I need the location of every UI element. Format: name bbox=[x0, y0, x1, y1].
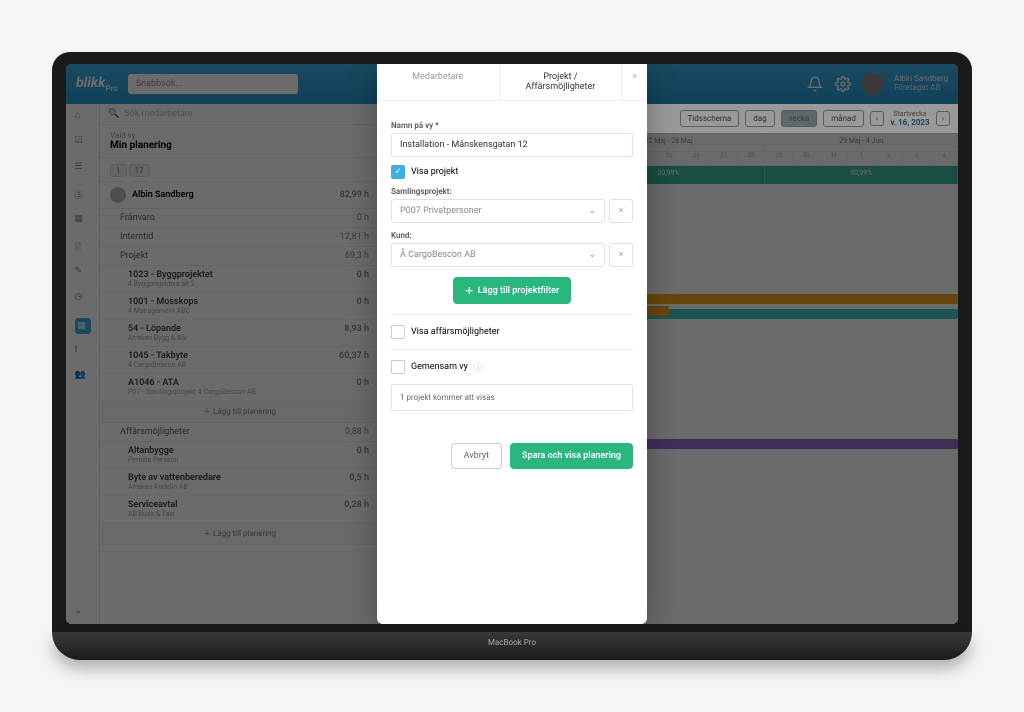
chevron-down-icon: ⌄ bbox=[588, 206, 596, 216]
tab-projekt[interactable]: Projekt / Affärsmöjligheter bbox=[500, 64, 623, 100]
view-name-input[interactable] bbox=[391, 133, 633, 157]
info-icon[interactable]: ⓘ bbox=[474, 361, 483, 374]
laptop-base: MacBook Pro bbox=[52, 632, 972, 660]
name-label: Namn på vy * bbox=[391, 121, 633, 130]
show-projects-label: Visa projekt bbox=[411, 167, 458, 177]
customer-label: Kund: bbox=[391, 231, 633, 240]
info-box: 1 projekt kommer att visas bbox=[391, 384, 633, 411]
cancel-button[interactable]: Avbryt bbox=[451, 443, 502, 469]
show-affars-checkbox[interactable] bbox=[391, 325, 405, 339]
view-settings-modal: Medarbetare Projekt / Affärsmöjligheter … bbox=[377, 64, 647, 624]
chevron-down-icon: ⌄ bbox=[588, 250, 596, 260]
customer-select[interactable]: Å CargoBescon AB⌄ bbox=[391, 243, 605, 267]
collection-label: Samlingsprojekt: bbox=[391, 187, 633, 196]
clear-customer-button[interactable]: × bbox=[609, 243, 633, 267]
tab-medarbetare[interactable]: Medarbetare bbox=[377, 64, 500, 100]
show-projects-checkbox[interactable]: ✓ bbox=[391, 165, 405, 179]
shared-view-label: Gemensam vy bbox=[411, 362, 468, 372]
save-button[interactable]: Spara och visa planering bbox=[510, 443, 633, 469]
close-icon[interactable]: × bbox=[622, 64, 647, 100]
shared-view-checkbox[interactable] bbox=[391, 360, 405, 374]
modal-backdrop: Medarbetare Projekt / Affärsmöjligheter … bbox=[66, 64, 958, 624]
show-affars-label: Visa affärsmöjligheter bbox=[411, 327, 500, 337]
collection-select[interactable]: P007 Privatpersoner⌄ bbox=[391, 199, 605, 223]
plus-icon: ＋ bbox=[465, 284, 474, 297]
add-project-filter-button[interactable]: ＋Lägg till projektfilter bbox=[453, 277, 571, 304]
clear-collection-button[interactable]: × bbox=[609, 199, 633, 223]
